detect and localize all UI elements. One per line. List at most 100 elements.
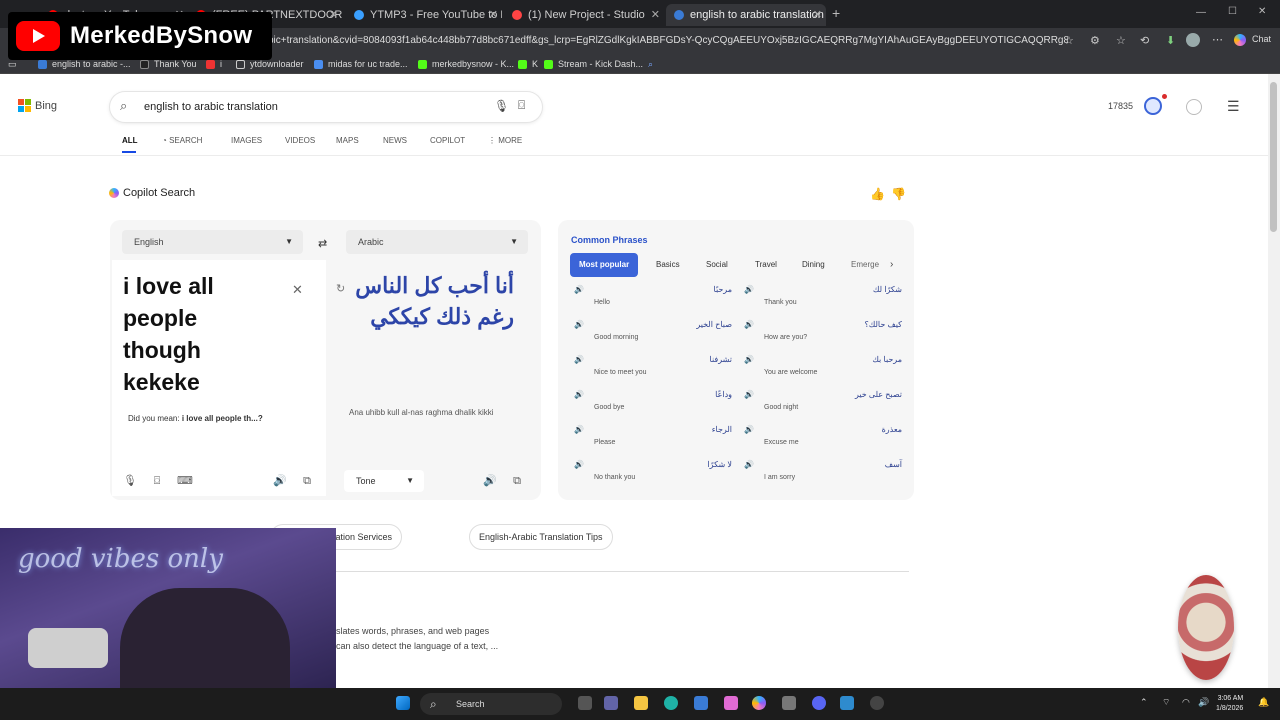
speaker-icon[interactable]: 🔊 [744, 425, 754, 434]
tab-news[interactable]: NEWS [383, 136, 407, 145]
file-explorer-icon[interactable] [634, 696, 648, 710]
volume-icon[interactable]: 🔊 [1198, 697, 1209, 708]
keyboard-icon[interactable]: ⌨ [177, 474, 193, 488]
bookmark-item[interactable]: Stream - Kick Dash... [544, 57, 643, 71]
speaker-icon[interactable]: 🔊 [574, 285, 584, 294]
bookmark-item[interactable]: K [518, 57, 538, 71]
wifi-icon[interactable]: ◠ [1182, 697, 1190, 708]
network-icon[interactable]: ⌔ [1162, 697, 1170, 708]
bookmark-item[interactable]: midas for uc trade... [314, 57, 408, 71]
hamburger-menu-icon[interactable]: ☰ [1227, 99, 1240, 113]
speaker-icon[interactable]: 🔊 [574, 355, 584, 364]
chat-button[interactable]: Chat [1252, 34, 1271, 44]
tab-emergency[interactable]: Emerge [851, 253, 879, 277]
account-icon[interactable] [1186, 99, 1202, 115]
scrollbar-thumb[interactable] [1270, 82, 1277, 232]
search-icon[interactable]: ⌕ [120, 98, 127, 114]
thumbs-down-icon[interactable]: 👎 [891, 187, 906, 201]
speaker-icon[interactable]: 🔊 [744, 285, 754, 294]
thumbs-up-icon[interactable]: 👍 [870, 187, 885, 201]
new-tab-button[interactable]: + [832, 5, 840, 21]
windows-start-icon[interactable] [396, 696, 410, 710]
visual-search-icon[interactable]: ⌼ [518, 98, 525, 113]
source-text[interactable]: i love all people though kekeke [123, 270, 273, 398]
rewards-icon[interactable] [1144, 97, 1162, 115]
tab-basics[interactable]: Basics [656, 253, 680, 277]
tab-maps[interactable]: MAPS [336, 136, 359, 145]
phrase-item[interactable]: 🔊 تصبح على خير Good night [744, 390, 902, 420]
chevron-up-icon[interactable]: ⌃ [1140, 697, 1148, 708]
minimize-button[interactable]: — [1196, 7, 1206, 18]
store-icon[interactable] [694, 696, 708, 710]
close-icon[interactable]: ✕ [489, 8, 498, 21]
speaker-icon[interactable]: 🔊 [574, 425, 584, 434]
teams-icon[interactable] [604, 696, 618, 710]
search-box[interactable]: ⌕ english to arabic translation 🎙 ⌼ [110, 92, 542, 122]
bookmark-item[interactable]: merkedbysnow - K... [418, 57, 514, 71]
speaker-icon[interactable]: 🔊 [574, 390, 584, 399]
chevron-right-icon[interactable]: › [890, 259, 893, 270]
app-icon[interactable] [782, 696, 796, 710]
tab-bing-search[interactable]: english to arabic translation - Sear ✕ [666, 4, 826, 26]
speaker-icon[interactable]: 🔊 [483, 474, 497, 488]
rewards-points[interactable]: 17835 [1108, 101, 1133, 111]
extensions-icon[interactable]: ⚙ [1090, 34, 1100, 47]
tab-videos[interactable]: VIDEOS [285, 136, 315, 145]
obs-icon[interactable] [870, 696, 884, 710]
phrase-item[interactable]: 🔊 آسف I am sorry [744, 460, 902, 490]
tone-select[interactable]: Tone ▼ [344, 470, 424, 492]
more-menu-icon[interactable]: ⋯ [1212, 33, 1223, 46]
tab-dining[interactable]: Dining [802, 253, 825, 277]
swap-languages-icon[interactable]: ⇄ [318, 237, 327, 250]
discord-icon[interactable] [812, 696, 826, 710]
copilot-icon[interactable] [1234, 34, 1246, 46]
speaker-icon[interactable]: 🔊 [744, 460, 754, 469]
bing-logo[interactable]: Bing [18, 99, 57, 112]
did-you-mean-suggestion[interactable]: i love all people th...? [182, 414, 263, 423]
phrase-item[interactable]: 🔊 مرحبا بك You are welcome [744, 355, 902, 385]
phrase-item[interactable]: 🔊 كيف حالك؟ How are you? [744, 320, 902, 350]
system-clock[interactable]: 3:06 AM 1/8/2026 [1216, 694, 1243, 714]
microphone-icon[interactable]: 🎙 [494, 99, 509, 113]
close-window-button[interactable]: ✕ [1258, 6, 1266, 17]
copy-icon[interactable]: ⧉ [300, 474, 314, 488]
phrase-item[interactable]: 🔊 شكرًا لك Thank you [744, 285, 902, 315]
tab-ytmp3[interactable]: YTMP3 - Free YouTube to MP3 Co ✕ [346, 4, 502, 26]
history-icon[interactable]: ⟲ [1140, 34, 1149, 47]
tab-all[interactable]: ALL [122, 136, 138, 145]
speaker-icon[interactable]: 🔊 [574, 460, 584, 469]
close-icon[interactable]: ✕ [329, 8, 338, 21]
task-view-icon[interactable] [578, 696, 592, 710]
app-icon[interactable] [724, 696, 738, 710]
phrase-item[interactable]: 🔊 تشرفنا Nice to meet you [574, 355, 732, 385]
phrase-item[interactable]: 🔊 الرجاء Please [574, 425, 732, 455]
notification-icon[interactable]: 🔔 [1258, 697, 1269, 708]
edge-icon[interactable] [664, 696, 678, 710]
phrase-item[interactable]: 🔊 معذرة Excuse me [744, 425, 902, 455]
favorites-icon[interactable]: ☆ [1116, 34, 1126, 47]
related-search-chip[interactable]: English-Arabic Translation Tips [469, 524, 613, 550]
taskbar-search[interactable]: ⌕ Search [420, 693, 562, 715]
tab-copilot[interactable]: COPILOT [430, 136, 465, 145]
copilot-icon[interactable] [752, 696, 766, 710]
download-icon[interactable]: ⬇ [1166, 34, 1175, 47]
tab-new-project-studio[interactable]: (1) New Project - Studio ✕ [504, 4, 664, 26]
tab-more[interactable]: ⋮ MORE [488, 136, 522, 145]
tab-social[interactable]: Social [706, 253, 728, 277]
notepad-icon[interactable] [840, 696, 854, 710]
speaker-icon[interactable]: 🔊 [744, 390, 754, 399]
url-field[interactable]: bic+translation&cvid=8084093f1ab64c448bb… [268, 32, 1068, 50]
close-icon[interactable]: ✕ [651, 8, 660, 21]
phrase-item[interactable]: 🔊 صباح الخير Good morning [574, 320, 732, 350]
source-language-select[interactable]: English ▼ [122, 230, 303, 254]
clear-text-icon[interactable]: ✕ [292, 282, 303, 298]
camera-scan-icon[interactable]: ⌼ [150, 474, 164, 488]
profile-avatar[interactable] [1186, 33, 1200, 47]
speaker-icon[interactable]: 🔊 [744, 355, 754, 364]
tab-images[interactable]: IMAGES [231, 136, 262, 145]
copy-icon[interactable]: ⧉ [510, 474, 524, 488]
refresh-icon[interactable]: ↻ [336, 282, 345, 295]
phrase-item[interactable]: 🔊 وداعًا Good bye [574, 390, 732, 420]
close-icon[interactable]: ✕ [813, 8, 822, 21]
speaker-icon[interactable]: 🔊 [273, 474, 287, 488]
